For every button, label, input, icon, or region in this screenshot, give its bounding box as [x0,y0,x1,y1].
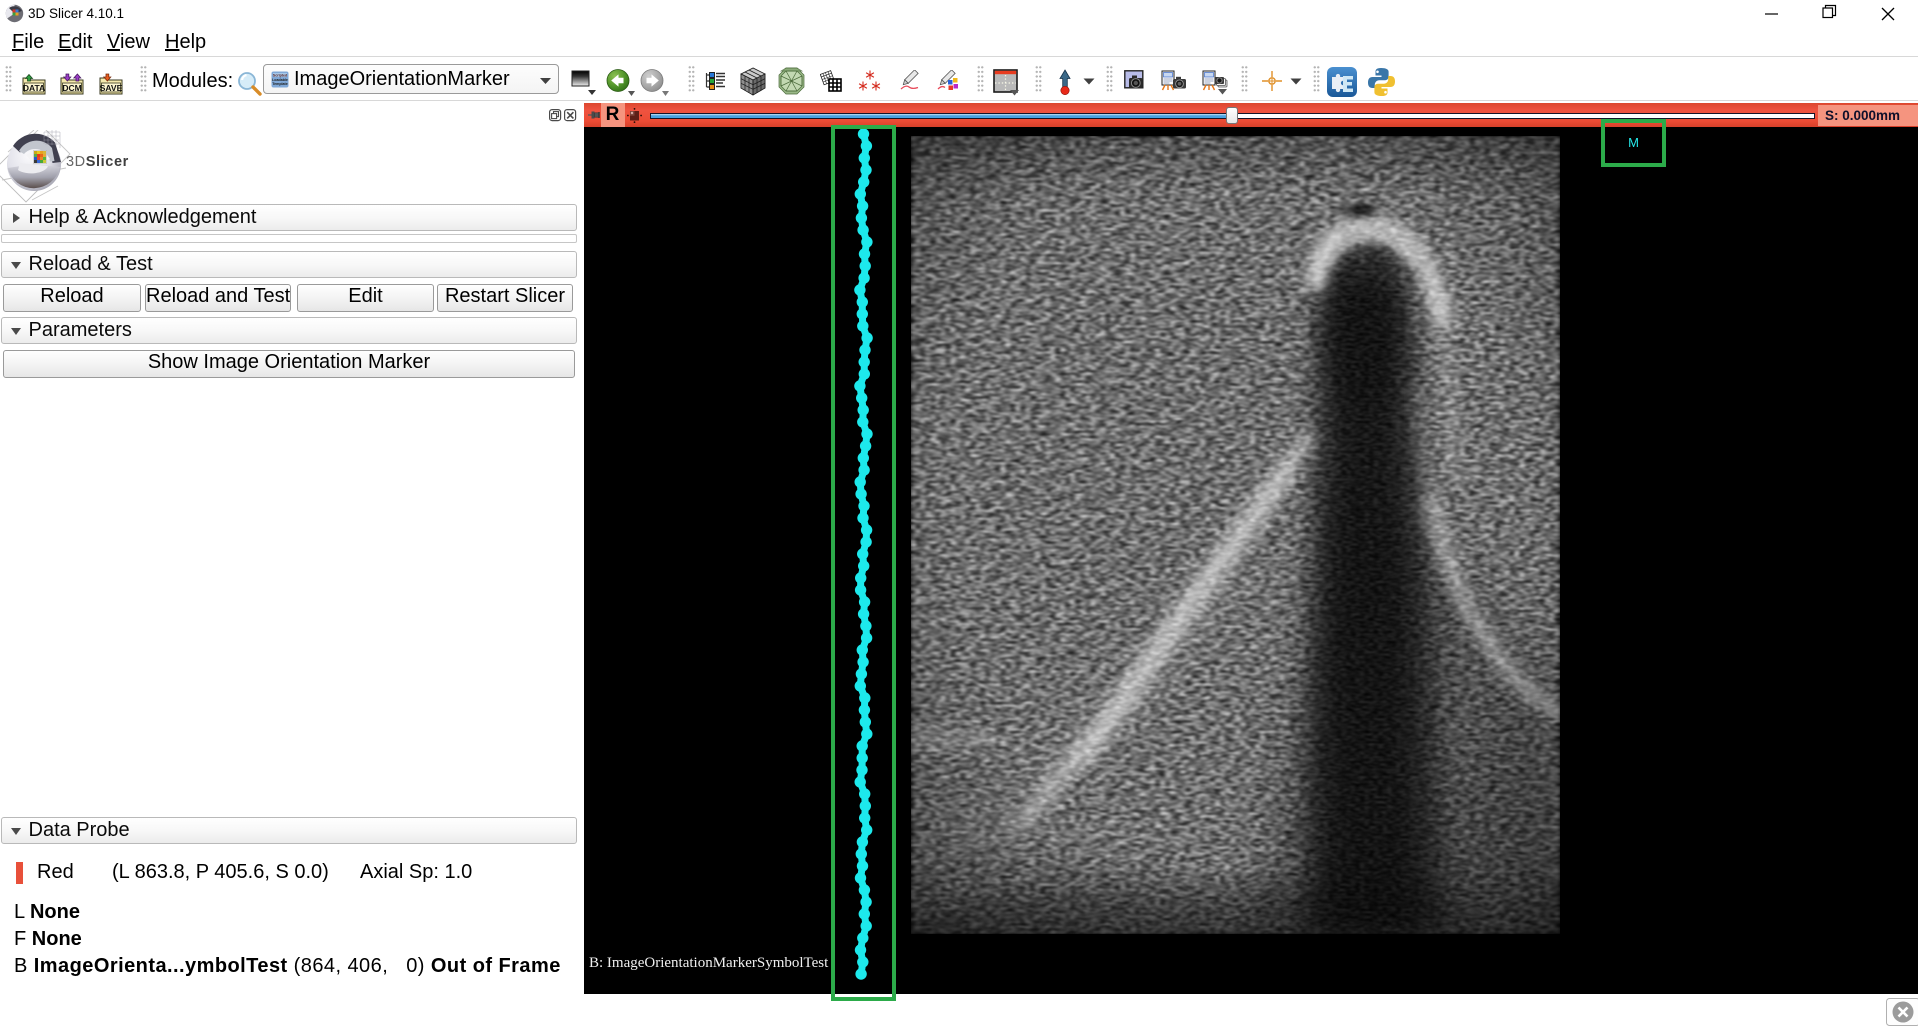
svg-text:Template: Template [272,82,288,86]
svg-text:SAVE: SAVE [100,83,123,93]
svg-text:DCM: DCM [62,83,81,93]
svg-text:Loadable: Loadable [272,78,288,82]
svg-text:DATA: DATA [23,83,45,93]
svg-text:Scripted: Scripted [273,73,287,77]
